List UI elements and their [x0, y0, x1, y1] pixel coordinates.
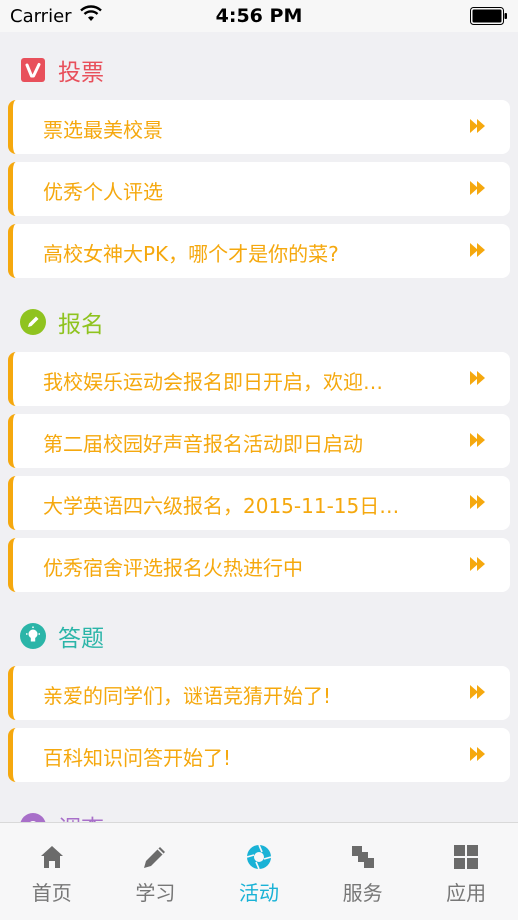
fast-forward-icon — [470, 557, 485, 571]
tab-label: 应用 — [446, 881, 487, 905]
section-header-quiz: 答题 — [20, 620, 104, 652]
item-label: 亲爱的同学们，谜语竞猜开始了! — [43, 684, 332, 708]
list-item[interactable]: 票选最美校景 — [8, 100, 510, 154]
item-label: 第二届校园好声音报名活动即日启动 — [43, 432, 363, 456]
tab-apps[interactable]: 应用 — [414, 823, 518, 920]
list-item[interactable]: 百科知识问答开始了! — [8, 728, 510, 782]
battery-icon — [470, 7, 507, 25]
fast-forward-icon — [470, 119, 485, 133]
tab-home[interactable]: 首页 — [0, 823, 104, 920]
list-item[interactable]: 优秀个人评选 — [8, 162, 510, 216]
fast-forward-icon — [470, 747, 485, 761]
section-title: 投票 — [58, 60, 104, 86]
list-item[interactable]: 大学英语四六级报名，2015-11-15日… — [8, 476, 510, 530]
item-label: 大学英语四六级报名，2015-11-15日… — [43, 494, 400, 518]
item-label: 优秀宿舍评选报名火热进行中 — [43, 556, 303, 580]
fast-forward-icon — [470, 243, 485, 257]
service-icon — [351, 846, 374, 868]
pencil-icon — [20, 309, 46, 335]
tab-label: 首页 — [31, 881, 72, 905]
section-header-signup: 报名 — [20, 306, 104, 338]
survey-icon — [20, 813, 46, 822]
section-title: 答题 — [58, 626, 104, 652]
list-item[interactable]: 我校娱乐运动会报名即日开启，欢迎… — [8, 352, 510, 406]
section-header-vote: 投票 — [20, 54, 104, 86]
tab-activity[interactable]: 活动 — [207, 823, 311, 920]
list-item[interactable]: 优秀宿舍评选报名火热进行中 — [8, 538, 510, 592]
item-label: 我校娱乐运动会报名即日开启，欢迎… — [43, 370, 383, 394]
lightbulb-icon — [20, 623, 46, 649]
pencil-icon — [144, 847, 166, 868]
item-label: 百科知识问答开始了! — [43, 746, 232, 770]
list-item[interactable]: 亲爱的同学们，谜语竞猜开始了! — [8, 666, 510, 720]
item-label: 优秀个人评选 — [43, 180, 163, 204]
tab-bar: 首页 学习 活动 服务 应用 — [0, 822, 518, 920]
tab-service[interactable]: 服务 — [311, 823, 415, 920]
vote-icon — [20, 57, 46, 83]
fast-forward-icon — [470, 181, 485, 195]
list-item[interactable]: 高校女神大PK，哪个才是你的菜? — [8, 224, 510, 278]
clock: 4:56 PM — [215, 5, 303, 27]
grid-icon — [454, 845, 479, 869]
tab-label: 活动 — [238, 881, 279, 905]
fast-forward-icon — [470, 433, 485, 447]
activity-list[interactable]: 投票 票选最美校景 优秀个人评选 高校女神大PK，哪个才是你的菜? 报名 我校娱… — [0, 32, 518, 822]
tab-label: 服务 — [342, 881, 383, 905]
list-item[interactable]: 第二届校园好声音报名活动即日启动 — [8, 414, 510, 468]
fast-forward-icon — [470, 371, 485, 385]
aperture-icon — [246, 844, 272, 870]
fast-forward-icon — [470, 495, 485, 509]
section-title: 调查 — [58, 809, 104, 822]
section-header-survey: 调查 — [20, 810, 104, 822]
item-label: 票选最美校景 — [43, 118, 163, 142]
status-bar: Carrier 4:56 PM — [0, 0, 518, 32]
section-title: 报名 — [58, 312, 104, 338]
home-icon — [40, 846, 63, 868]
tab-label: 学习 — [135, 881, 176, 905]
fast-forward-icon — [470, 685, 485, 699]
item-label: 高校女神大PK，哪个才是你的菜? — [43, 242, 339, 266]
tab-study[interactable]: 学习 — [104, 823, 208, 920]
